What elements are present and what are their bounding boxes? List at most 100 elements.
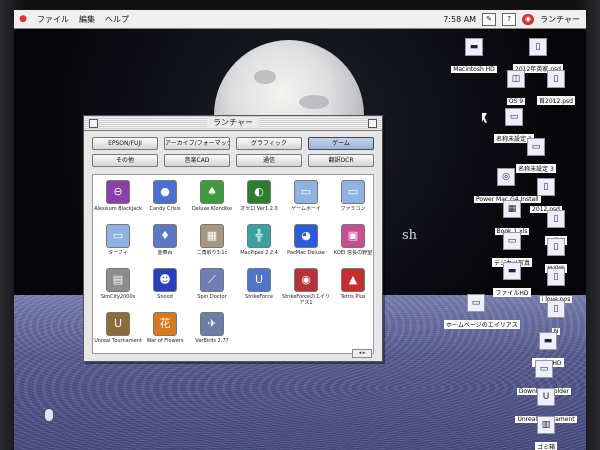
folder-icon[interactable]: ▭: [535, 360, 553, 378]
scroll-control[interactable]: ◂ ▸: [352, 349, 372, 358]
app-launcher-item[interactable]: ▦ 二角取り3.1c: [188, 224, 236, 263]
app-label: 金華百: [157, 250, 173, 256]
os9-icon[interactable]: ◫: [507, 70, 525, 88]
snood-icon[interactable]: ☻: [153, 268, 177, 292]
close-box-icon[interactable]: [89, 119, 98, 128]
hard-disk-icon[interactable]: ▬: [503, 262, 521, 280]
category-button[interactable]: 通信: [236, 154, 302, 167]
folder-alias-icon[interactable]: ▭: [467, 294, 485, 312]
candy-crisis-icon[interactable]: ●: [153, 180, 177, 204]
app-launcher-item[interactable]: U Unreal Tournament: [94, 312, 142, 351]
category-button[interactable]: アーカイブ/フォーマッタ: [164, 137, 230, 150]
app-launcher-item[interactable]: ⟋ Spin Doctor: [188, 268, 236, 307]
simcity-icon[interactable]: ▤: [106, 268, 130, 292]
folder-icon[interactable]: ▭: [527, 138, 545, 156]
app-launcher-item[interactable]: ◐ オセロ Ver1.2.0: [235, 180, 283, 219]
menu-file[interactable]: ファイル: [32, 14, 74, 25]
app-launcher-item[interactable]: ▭ ゲームボーイ: [282, 180, 330, 219]
hard-disk-icon[interactable]: ▬: [539, 332, 557, 350]
blackjack-icon[interactable]: ⊖: [106, 180, 130, 204]
launcher-app-icon[interactable]: ◉: [522, 13, 535, 25]
app-launcher-item[interactable]: ▭ ファミコン: [329, 180, 377, 219]
document-icon[interactable]: ▯: [547, 300, 565, 318]
active-app-name[interactable]: ランチャー: [540, 14, 580, 25]
othello-icon[interactable]: ◐: [247, 180, 271, 204]
category-button[interactable]: EPSON/FUJI: [92, 137, 158, 150]
hanafuda-icon[interactable]: 花: [153, 312, 177, 336]
app-launcher-item[interactable]: ♠ Deluxe Klondike: [188, 180, 236, 219]
app-launcher-item[interactable]: ☻ Snood: [141, 268, 189, 307]
spreadsheet-icon[interactable]: ▦: [503, 200, 521, 218]
pencil-icon[interactable]: ✎: [482, 12, 497, 26]
category-button[interactable]: 翻訳OCR: [308, 154, 374, 167]
category-button[interactable]: その他: [92, 154, 158, 167]
menu-edit[interactable]: 編集: [74, 14, 100, 25]
app-label: Snood: [157, 294, 173, 300]
moon-crater: [299, 95, 329, 109]
app-launcher-item[interactable]: ▭ ターフィ: [94, 224, 142, 263]
category-button[interactable]: 音楽CAD: [164, 154, 230, 167]
app-label: SimCity2000s: [100, 294, 136, 300]
folder-icon[interactable]: ▭: [294, 180, 318, 204]
app-launcher-item[interactable]: U StrikeForce: [235, 268, 283, 307]
koei-icon[interactable]: ▣: [341, 224, 365, 248]
app-label: PacMac Deluxe: [287, 250, 325, 256]
app-launcher-item[interactable]: ╬ MacPipes 2.2.4: [235, 224, 283, 263]
app-label: MacPipes 2.2.4: [240, 250, 278, 256]
folder-icon[interactable]: ▭: [341, 180, 365, 204]
app-label: Deluxe Klondike: [191, 206, 233, 212]
tetris-icon[interactable]: ▲: [341, 268, 365, 292]
strikeforce-alias-icon[interactable]: ◉: [294, 268, 318, 292]
spin-doctor-icon[interactable]: ⟋: [200, 268, 224, 292]
cd-icon[interactable]: ◎: [497, 168, 515, 186]
app-launcher-item[interactable]: ▣ KOEI 信長の野望: [329, 224, 377, 263]
document-icon[interactable]: ▯: [547, 268, 565, 286]
varbirds-icon[interactable]: ✈: [200, 312, 224, 336]
app-launcher-item[interactable]: ♦ 金華百: [141, 224, 189, 263]
document-icon[interactable]: ▯: [547, 70, 565, 88]
unreal-icon[interactable]: U: [106, 312, 130, 336]
document-icon[interactable]: ▯: [547, 238, 565, 256]
desktop-icon[interactable]: ▭ ホームページのエイリアス: [444, 294, 520, 331]
desktop-icon[interactable]: ▯ 首2012.psd: [524, 70, 586, 107]
launcher-window: ランチャー EPSON/FUJI アーカイブ/フォーマッタ グラフィック ゲームその他…: [83, 115, 383, 362]
category-button[interactable]: ゲーム: [308, 137, 374, 150]
shisen-icon[interactable]: ▦: [200, 224, 224, 248]
zoom-box-icon[interactable]: [368, 119, 377, 128]
desktop-icon[interactable]: ▥ ゴミ箱: [514, 416, 578, 450]
app-launcher-item[interactable]: ▤ SimCity2000s: [94, 268, 142, 307]
pacmac-icon[interactable]: ◕: [294, 224, 318, 248]
macpipes-icon[interactable]: ╬: [247, 224, 271, 248]
folder-icon[interactable]: ▭: [106, 224, 130, 248]
menu-help[interactable]: ヘルプ: [100, 14, 134, 25]
desktop-icon-label: OS 9: [506, 98, 526, 105]
window-titlebar[interactable]: ランチャー: [84, 116, 382, 131]
document-icon[interactable]: ▯: [529, 38, 547, 56]
category-button[interactable]: グラフィック: [236, 137, 302, 150]
apple-menu-icon[interactable]: ●: [14, 14, 32, 24]
app-launcher-item[interactable]: ● Candy Crisis: [141, 180, 189, 219]
document-icon[interactable]: ▯: [547, 210, 565, 228]
app-launcher-item[interactable]: ✈ VarBirds 2.77: [188, 312, 236, 351]
app-launcher-item[interactable]: ▲ Tetris Plus: [329, 268, 377, 307]
strikeforce-icon[interactable]: U: [247, 268, 271, 292]
app-label: Unreal Tournament: [94, 338, 142, 344]
app-launcher-item[interactable]: 花 War of Flowers: [141, 312, 189, 351]
app-launcher-item[interactable]: ◕ PacMac Deluxe: [282, 224, 330, 263]
clock[interactable]: 7:58 AM: [443, 15, 476, 24]
desktop-icon-label: 首2012.psd: [537, 96, 575, 105]
card-game-icon[interactable]: ♦: [153, 224, 177, 248]
app-label: ファミコン: [340, 206, 366, 212]
unreal-icon[interactable]: U: [537, 388, 555, 406]
trash-icon[interactable]: ▥: [537, 416, 555, 434]
app-launcher-item[interactable]: ◉ StrikeForceのエイリアス1: [282, 268, 330, 307]
hard-disk-icon[interactable]: ▬: [465, 38, 483, 56]
help-icon[interactable]: ?: [502, 12, 517, 26]
app-launcher-item[interactable]: ⊖ Alessium BlackJack: [94, 180, 142, 219]
folder-icon[interactable]: ▭: [503, 232, 521, 250]
klondike-icon[interactable]: ♠: [200, 180, 224, 204]
folder-icon[interactable]: ▭: [505, 108, 523, 126]
app-label: オセロ Ver1.2.0: [240, 206, 278, 212]
document-icon[interactable]: ▯: [537, 178, 555, 196]
app-label: KOEI 信長の野望: [333, 250, 373, 256]
